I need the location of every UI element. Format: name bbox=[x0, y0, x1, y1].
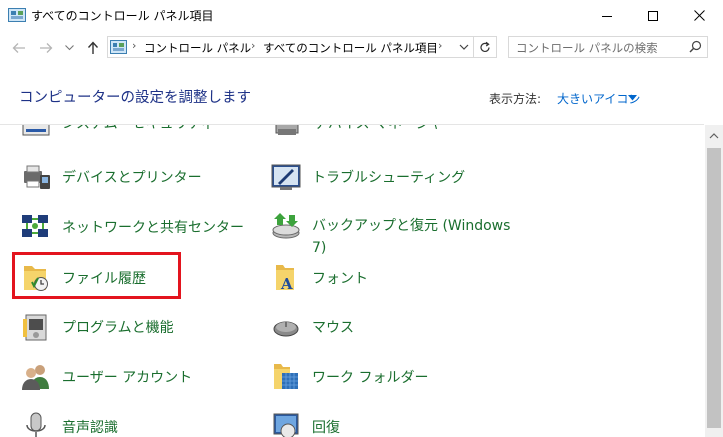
item-label: フォント bbox=[312, 271, 368, 287]
item-label: ワーク フォルダー bbox=[312, 370, 429, 386]
chevron-right-icon: › bbox=[438, 39, 443, 52]
address-bar[interactable]: › コントロール パネル › すべてのコントロール パネル項目 › bbox=[107, 36, 497, 58]
item-label: デバイスとプリンター bbox=[62, 170, 202, 186]
item-label: 音声認識 bbox=[62, 420, 118, 436]
network-icon bbox=[22, 215, 48, 237]
view-by-label: 表示方法: bbox=[489, 92, 542, 106]
item-label: トラブルシューティング bbox=[312, 170, 466, 186]
item-label: ネットワークと共有センター bbox=[62, 220, 244, 236]
minimize-button[interactable] bbox=[584, 0, 630, 31]
forward-button[interactable] bbox=[37, 39, 55, 57]
search-box[interactable]: コントロール パネルの検索 bbox=[508, 36, 708, 58]
title-bar: すべてのコントロール パネル項目 bbox=[0, 0, 723, 31]
highlight-box bbox=[12, 252, 181, 299]
item-label: バックアップと復元 (Windows bbox=[312, 218, 511, 234]
refresh-icon bbox=[480, 41, 490, 52]
recent-locations-button[interactable] bbox=[60, 39, 78, 57]
users-icon bbox=[22, 365, 49, 390]
maximize-button[interactable] bbox=[630, 0, 676, 31]
arrow-left-icon bbox=[12, 43, 25, 53]
backup-icon bbox=[272, 213, 300, 239]
recovery-icon bbox=[273, 413, 299, 437]
work-folders-icon bbox=[274, 364, 298, 389]
scrollbar-thumb[interactable] bbox=[707, 148, 721, 428]
control-panel-icon bbox=[110, 40, 127, 54]
item-label: プログラムと機能 bbox=[62, 320, 174, 336]
close-button[interactable] bbox=[676, 0, 722, 31]
breadcrumb-control-panel[interactable]: コントロール パネル bbox=[144, 40, 251, 56]
arrow-up-icon bbox=[87, 41, 99, 54]
svg-text:A: A bbox=[280, 275, 293, 293]
programs-icon bbox=[23, 314, 47, 341]
chevron-down-icon bbox=[64, 45, 74, 51]
chevron-up-icon[interactable] bbox=[709, 132, 719, 139]
system-icon bbox=[22, 125, 50, 136]
chevron-down-icon[interactable] bbox=[628, 95, 637, 101]
control-panel-icon bbox=[8, 8, 26, 22]
up-button[interactable] bbox=[84, 39, 102, 57]
breadcrumb-all-items[interactable]: すべてのコントロール パネル項目 bbox=[263, 40, 438, 56]
chevron-right-icon: › bbox=[132, 39, 137, 52]
item-label: システム・セキュリティ bbox=[62, 125, 215, 134]
close-icon bbox=[693, 10, 705, 21]
item-label-line2: 7) bbox=[312, 240, 327, 256]
minimize-icon bbox=[602, 15, 612, 17]
vertical-scrollbar[interactable] bbox=[705, 125, 723, 437]
refresh-button[interactable] bbox=[473, 37, 496, 57]
chevron-down-icon[interactable] bbox=[458, 40, 470, 54]
item-label: マウス bbox=[312, 320, 354, 336]
maximize-icon bbox=[648, 10, 658, 21]
microphone-icon bbox=[26, 412, 46, 437]
page-title: コンピューターの設定を調整します bbox=[19, 90, 251, 106]
device-manager-icon bbox=[275, 125, 299, 135]
back-button[interactable] bbox=[10, 39, 28, 57]
printer-icon bbox=[24, 165, 50, 189]
mouse-icon bbox=[273, 321, 299, 337]
item-label: ユーザー アカウント bbox=[62, 370, 193, 386]
search-input[interactable]: コントロール パネルの検索 bbox=[516, 40, 658, 56]
arrow-right-icon bbox=[40, 43, 53, 53]
troubleshooting-icon bbox=[271, 164, 301, 190]
chevron-right-icon: › bbox=[251, 39, 256, 52]
window-title: すべてのコントロール パネル項目 bbox=[31, 9, 214, 23]
fonts-icon: A bbox=[276, 265, 294, 293]
search-icon[interactable] bbox=[689, 40, 702, 53]
item-label: デバイス マネージャー bbox=[314, 125, 457, 134]
item-label: 回復 bbox=[312, 420, 340, 436]
